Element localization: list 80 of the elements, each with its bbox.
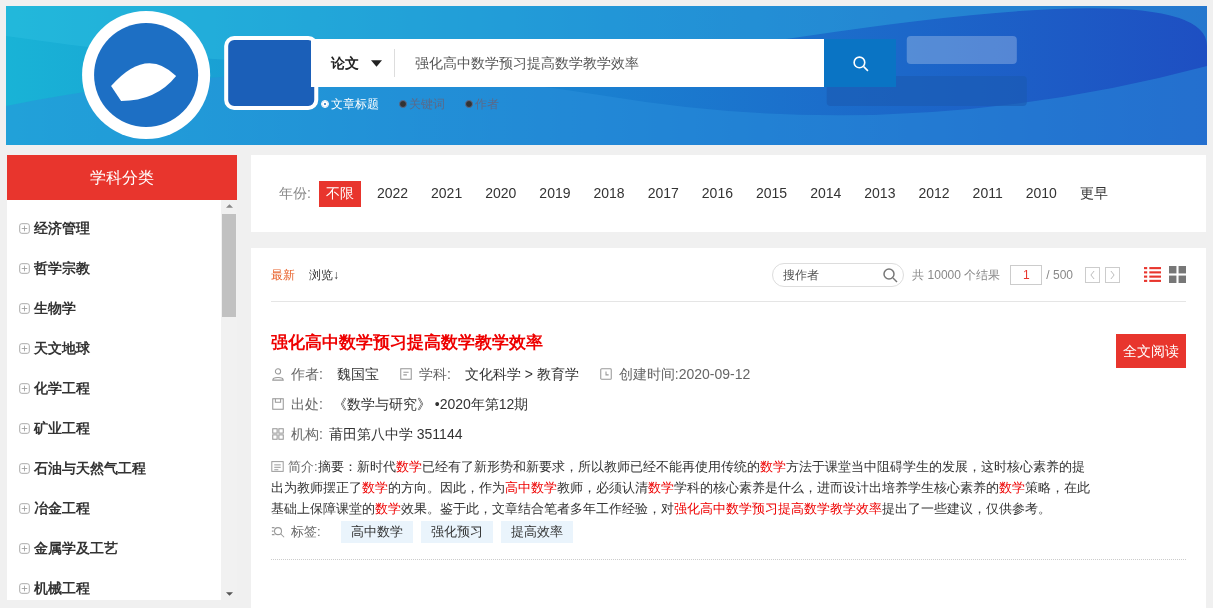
year-option[interactable]: 2016 xyxy=(694,180,740,207)
author-search-field[interactable]: 搜作者 xyxy=(772,262,905,287)
abstract-text: 简介:摘要：新时代数学已经有了新形势和新要求，所以教师已经不能再使用传统的数学方法于课堂当中阻碍学生的发展，这时核心素养的提出为教师摆正了数学的方向。因此，作为高中数学教师，必须认清数学学科的核心素养是什么，进而设计出培养学生核心素养的数学策略，在此基础上保障课堂的数学效果。鉴于此，文章结合笔者多年工作经验，对强化高中数学预习提高数学教学效率提出了一些建议，仅供参考。 xyxy=(271,458,1090,518)
tag-search-icon xyxy=(271,525,285,539)
author-label: 作者: xyxy=(291,364,323,384)
plus-icon xyxy=(19,382,30,394)
source-label: 出处: xyxy=(291,394,323,414)
search-icon xyxy=(851,54,869,72)
scroll-up-icon[interactable] xyxy=(225,204,233,208)
year-option[interactable]: 2014 xyxy=(803,180,849,207)
year-label: 年份: xyxy=(279,184,311,203)
plus-icon xyxy=(19,342,30,354)
sidebar-title: 学科分类 xyxy=(7,155,237,200)
year-option[interactable]: 2021 xyxy=(424,180,470,207)
category-item[interactable]: 矿业工程 xyxy=(7,408,221,448)
page-field[interactable]: 1 xyxy=(1010,264,1043,285)
scrollbar-thumb[interactable] xyxy=(222,214,236,317)
category-item[interactable]: 冶金工程 xyxy=(7,488,221,528)
plus-icon xyxy=(19,422,30,434)
year-option[interactable]: 2015 xyxy=(749,180,795,207)
plus-icon xyxy=(19,542,30,554)
tag[interactable]: 提高效率 xyxy=(500,521,573,543)
page-total: / 500 xyxy=(1046,266,1073,284)
search-field[interactable]: 强化高中数学预习提高数学教学效率 xyxy=(395,39,824,87)
year-option[interactable]: 2011 xyxy=(965,180,1010,207)
year-option[interactable]: 2019 xyxy=(532,180,578,207)
next-page-button[interactable] xyxy=(1105,266,1120,283)
chevron-left-icon xyxy=(1090,270,1095,279)
document-icon xyxy=(398,367,413,381)
person-icon xyxy=(271,367,285,381)
subject-value: 文化科学 > 教育学 xyxy=(464,364,579,384)
year-option[interactable]: 2017 xyxy=(640,180,686,207)
result-count: 共 10000 个结果 xyxy=(912,266,1001,284)
category-item[interactable]: 天文地球 xyxy=(7,328,221,368)
clock-icon xyxy=(598,367,613,381)
article-title[interactable]: 强化高中数学预习提高数学教学效率 xyxy=(271,330,543,356)
list-icon xyxy=(271,460,284,474)
read-full-text-button[interactable]: 全文阅读 xyxy=(1116,334,1186,368)
search-type-dropdown[interactable]: 论文 xyxy=(311,39,394,87)
list-view-button[interactable] xyxy=(1144,266,1161,283)
year-option[interactable]: 不限 xyxy=(318,180,361,207)
author-name: 魏国宝 xyxy=(336,364,379,384)
plus-icon xyxy=(19,262,30,274)
previous-page-button[interactable] xyxy=(1085,266,1100,283)
category-item[interactable]: 机械工程 xyxy=(7,568,221,600)
sort-option[interactable]: 浏览↓ xyxy=(309,265,339,284)
year-option[interactable]: 2020 xyxy=(478,180,524,207)
organization-value: 莆田第八中学 351144 xyxy=(328,424,463,444)
year-option[interactable]: 2022 xyxy=(369,180,416,207)
category-item[interactable]: 化学工程 xyxy=(7,368,221,408)
tags-label: 标签: xyxy=(291,523,321,542)
grid-view-button[interactable] xyxy=(1169,266,1186,283)
created-time: 创建时间:2020-09-12 xyxy=(618,364,751,384)
source-value: 《数学与研究》 •2020年第12期 xyxy=(332,394,529,414)
year-option[interactable]: 2018 xyxy=(586,180,632,207)
save-icon xyxy=(271,397,285,411)
grid-icon xyxy=(271,427,285,441)
year-option[interactable]: 更早 xyxy=(1072,180,1115,207)
search-icon[interactable] xyxy=(882,266,899,283)
category-item[interactable]: 石油与天然气工程 xyxy=(7,448,221,488)
plus-icon xyxy=(19,502,30,514)
plus-icon xyxy=(19,302,30,314)
category-item[interactable]: 生物学 xyxy=(7,288,221,328)
category-item[interactable]: 金属学及工艺 xyxy=(7,528,221,568)
search-button[interactable] xyxy=(824,39,896,87)
organization-label: 机构: xyxy=(291,424,323,444)
scroll-down-icon[interactable] xyxy=(225,592,233,596)
plus-icon xyxy=(19,582,30,594)
category-item[interactable]: 经济管理 xyxy=(7,208,221,248)
year-option[interactable]: 2012 xyxy=(911,180,957,207)
sort-option[interactable]: 最新 xyxy=(271,265,295,284)
tag[interactable]: 高中数学 xyxy=(340,521,413,543)
subject-label: 学科: xyxy=(418,364,451,384)
category-item[interactable]: 哲学宗教 xyxy=(7,248,221,288)
year-option[interactable]: 2010 xyxy=(1018,180,1064,207)
year-option[interactable]: 2013 xyxy=(857,180,903,207)
plus-icon xyxy=(19,462,30,474)
chevron-right-icon xyxy=(1110,270,1115,279)
tag[interactable]: 强化预习 xyxy=(420,521,493,543)
plus-icon xyxy=(19,222,30,234)
